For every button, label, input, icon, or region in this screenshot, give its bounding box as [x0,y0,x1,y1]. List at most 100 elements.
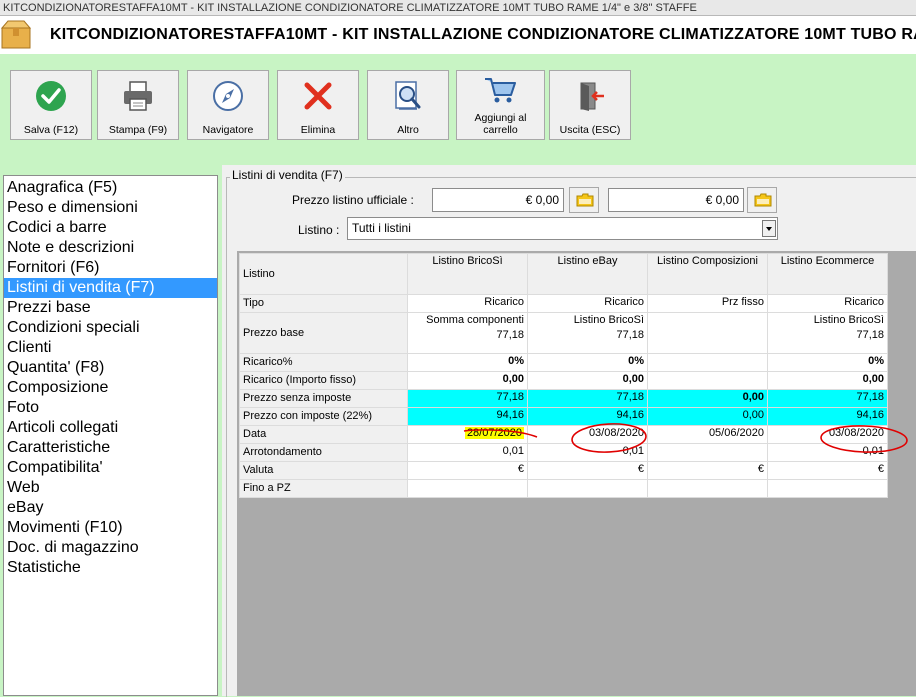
grid-cell[interactable]: Somma componenti 77,18 [407,312,528,354]
official-price-2-browse-button[interactable] [747,187,777,213]
sidebar-item[interactable]: Web [4,478,217,498]
grid-cell[interactable] [647,479,768,498]
grid-cell[interactable]: Prz fisso [647,294,768,313]
sidebar-item[interactable]: Anagrafica (F5) [4,178,217,198]
grid-cell[interactable]: Ricarico [767,294,888,313]
print-button[interactable]: Stampa (F9) [97,70,179,140]
grid-cell[interactable]: 03/08/2020 [767,425,888,444]
grid-cell[interactable]: 77,18 [767,389,888,408]
grid-cell[interactable]: 77,18 [527,389,648,408]
sidebar-item[interactable]: Caratteristiche [4,438,217,458]
exit-door-icon [580,82,604,111]
grid-cell[interactable]: 28/07/2020 [407,425,528,444]
grid-row-label: Data [239,425,408,444]
sidebar-item[interactable]: Note e descrizioni [4,238,217,258]
grid-cell[interactable]: 05/06/2020 [647,425,768,444]
grid-cell[interactable]: 77,18 [407,389,528,408]
grid-column-header[interactable]: Listino Ecommerce [767,253,888,295]
sidebar-item[interactable]: Prezzi base [4,298,217,318]
sidebar-item[interactable]: Clienti [4,338,217,358]
article-title: KITCONDIZIONATORESTAFFA10MT - KIT INSTAL… [50,26,916,43]
exit-button[interactable]: Uscita (ESC) [549,70,631,140]
sidebar-item[interactable]: Movimenti (F10) [4,518,217,538]
official-price-1-browse-button[interactable] [569,187,599,213]
grid-cell[interactable]: 94,16 [527,407,648,426]
official-price-field-2[interactable]: € 0,00 [608,188,744,212]
grid-cell[interactable]: € [407,461,528,480]
grid-cell[interactable] [647,443,768,462]
grid-cell[interactable]: 0% [767,353,888,372]
sidebar-item[interactable]: Statistiche [4,558,217,578]
document-search-icon [395,81,421,110]
grid-cell[interactable]: 0,00 [527,371,648,390]
official-price-field-1[interactable]: € 0,00 [432,188,564,212]
price-lists-grid-area: Listino Listino BricoSì Listino eBay Listin… [237,251,916,696]
grid-cell[interactable]: 0,01 [407,443,528,462]
grid-cell[interactable]: 0,00 [647,407,768,426]
grid-cell[interactable] [527,479,648,498]
grid-row: Fino a PZ [239,479,888,498]
grid-cell-line: Somma componenti [426,314,524,326]
grid-row-label: Prezzo base [239,312,408,354]
save-button[interactable]: Salva (F12) [10,70,92,140]
sidebar-item[interactable]: Listini di vendita (F7) [4,278,217,298]
box-icon [0,20,32,49]
grid-cell[interactable] [767,479,888,498]
red-x-icon [304,82,332,110]
sidebar-item[interactable]: Fornitori (F6) [4,258,217,278]
sidebar-item[interactable]: Composizione [4,378,217,398]
sidebar-item[interactable]: Foto [4,398,217,418]
sidebar-item[interactable]: Condizioni speciali [4,318,217,338]
toolbar: Salva (F12) Stampa (F9) Navigatore Elimi… [0,55,916,165]
grid-cell[interactable]: 03/08/2020 [527,425,648,444]
grid-row: Prezzo con imposte (22%) 94,16 94,16 0,00 94… [239,407,888,426]
grid-cell[interactable]: Listino BricoSì 77,18 [527,312,648,354]
grid-cell[interactable]: 0,01 [527,443,648,462]
grid-cell[interactable]: 0,00 [767,371,888,390]
delete-button[interactable]: Elimina [277,70,359,140]
grid-cell[interactable]: € [647,461,768,480]
save-button-label: Salva (F12) [23,124,79,136]
other-button[interactable]: Altro [367,70,449,140]
sidebar-item[interactable]: Quantita' (F8) [4,358,217,378]
print-button-label: Stampa (F9) [108,124,168,136]
navigator-button-label: Navigatore [202,124,254,136]
delete-button-label: Elimina [300,124,336,136]
price-lists-grid: Listino Listino BricoSì Listino eBay Listin… [239,253,888,498]
sidebar-item[interactable]: Peso e dimensioni [4,198,217,218]
grid-column-header[interactable]: Listino Composizioni [647,253,768,295]
listino-label: Listino : [298,223,340,237]
grid-cell[interactable]: Ricarico [527,294,648,313]
grid-cell[interactable]: Ricarico [407,294,528,313]
grid-cell[interactable]: 0,00 [647,389,768,408]
sidebar-item[interactable]: Doc. di magazzino [4,538,217,558]
grid-row: Ricarico% 0% 0% 0% [239,353,888,372]
grid-cell[interactable]: 0% [527,353,648,372]
grid-cell[interactable] [647,371,768,390]
sidebar-item[interactable]: Articoli collegati [4,418,217,438]
grid-cell[interactable]: 0% [407,353,528,372]
chevron-down-icon[interactable] [762,220,776,237]
grid-cell[interactable]: 0,01 [767,443,888,462]
grid-cell[interactable]: 94,16 [767,407,888,426]
grid-cell[interactable]: € [767,461,888,480]
grid-row-label: Tipo [239,294,408,313]
grid-cell-line: Listino BricoSì [573,314,644,326]
grid-cell[interactable] [647,353,768,372]
grid-cell[interactable]: Listino BricoSì 77,18 [767,312,888,354]
grid-cell[interactable]: 94,16 [407,407,528,426]
sidebar-item[interactable]: Codici a barre [4,218,217,238]
sidebar-item[interactable]: eBay [4,498,217,518]
grid-column-header[interactable]: Listino eBay [527,253,648,295]
navigator-button[interactable]: Navigatore [187,70,269,140]
sidebar-item[interactable]: Compatibilita' [4,458,217,478]
listino-select[interactable]: Tutti i listini [347,217,778,240]
grid-column-header[interactable]: Listino BricoSì [407,253,528,295]
grid-cell-line: 77,18 [856,329,884,341]
grid-corner-label: Listino [239,253,408,295]
grid-cell[interactable]: € [527,461,648,480]
add-to-cart-button[interactable]: Aggiungi al carrello [456,70,545,140]
grid-cell[interactable]: 0,00 [407,371,528,390]
grid-cell[interactable] [647,312,768,354]
grid-cell[interactable] [407,479,528,498]
